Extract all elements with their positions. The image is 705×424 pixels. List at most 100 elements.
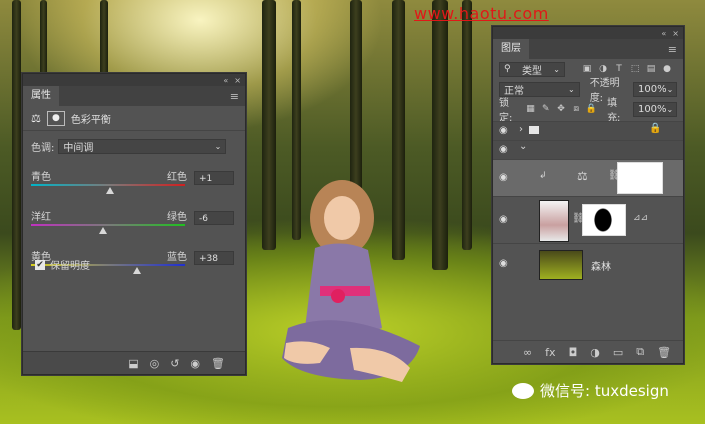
add-mask-icon[interactable]: ◘ <box>569 346 578 359</box>
shape-filter-icon[interactable]: ⬚ <box>629 63 641 75</box>
layer-row-group[interactable]: ◉ › 🔒 <box>493 121 683 140</box>
slider-thumb[interactable] <box>133 267 142 274</box>
filter-effects-icon[interactable]: ⊿⊿ <box>633 213 648 223</box>
close-button[interactable]: × <box>672 29 679 38</box>
smart-object-filter-icon[interactable]: ▤ <box>645 63 657 75</box>
lock-label: 锁定: <box>499 98 513 124</box>
chevron-down-icon: ⌄ <box>214 142 222 151</box>
eye-icon[interactable]: ◉ <box>499 125 508 136</box>
clip-to-layer-icon[interactable]: ⬓ <box>128 357 138 370</box>
delete-icon[interactable]: 🗑 <box>211 357 225 370</box>
blend-row: 正常 ⌄ 不透明度: 100% ⌄ <box>493 78 683 104</box>
folder-icon <box>529 126 539 134</box>
forest-layer-thumbnail[interactable] <box>539 250 583 280</box>
slider-track[interactable] <box>31 224 185 226</box>
eye-icon[interactable]: ◉ <box>499 144 508 155</box>
weixin-id: 微信号: tuxdesign <box>540 382 669 400</box>
clipping-arrow-icon: ↲ <box>539 171 547 181</box>
tab-properties[interactable]: 属性 <box>23 86 59 106</box>
color-slider-row: 洋红 绿色 -6 <box>31 208 235 234</box>
slider-track[interactable] <box>31 184 185 186</box>
fill-field[interactable]: 100% ⌄ <box>632 101 677 117</box>
adjustment-title: 色彩平衡 <box>70 114 111 126</box>
slider-labels: 洋红 绿色 <box>31 208 187 223</box>
color-slider-row: 青色 红色 +1 <box>31 168 235 194</box>
kind-filter-select[interactable]: ⚲ 类型 ⌄ <box>499 61 565 77</box>
chevron-down-icon: ⌄ <box>666 104 674 114</box>
new-group-icon[interactable]: ▭ <box>613 346 623 359</box>
adjustment-layer-icon[interactable]: ◑ <box>590 346 600 359</box>
fill-label: 填充: <box>607 98 621 124</box>
visibility-icon[interactable]: ◉ <box>190 357 200 370</box>
slider-left-label: 青色 <box>31 172 51 183</box>
tree-trunk <box>12 0 21 330</box>
girl-photo <box>282 180 420 382</box>
lock-position-icon[interactable]: ✥ <box>555 103 566 115</box>
collapse-button[interactable]: « <box>661 29 666 38</box>
chevron-down-icon: ⌄ <box>666 84 674 94</box>
properties-titlebar: « × <box>23 74 245 86</box>
delete-icon[interactable]: 🗑 <box>657 346 671 359</box>
girl-mask-thumbnail[interactable] <box>582 204 626 236</box>
filter-row: ⚲ 类型 ⌄ ▣ ◑ T ⬚ ▤ ● <box>493 59 683 79</box>
preserve-luminosity-checkbox[interactable]: ✔ <box>35 259 45 270</box>
panel-menu-icon[interactable]: ≡ <box>230 90 239 103</box>
layer-row-open-group[interactable]: ◉ ⌄ <box>493 140 683 159</box>
lock-image-icon[interactable]: ✎ <box>540 103 551 115</box>
slider-labels: 青色 红色 <box>31 168 187 183</box>
chevron-right-icon[interactable]: › <box>519 124 523 135</box>
tone-value: 中间调 <box>63 143 94 154</box>
layer-row-girl[interactable]: ◉ ⛓ ⊿⊿ <box>493 196 683 243</box>
layers-bottom-bar: ∞ fx ◘ ◑ ▭ ⧉ 🗑 <box>493 340 683 363</box>
layers-panel: « × 图层 ≡ ⚲ 类型 ⌄ ▣ ◑ T ⬚ ▤ ● 正常 ⌄ 不透明度: 1… <box>492 26 684 364</box>
forest-layer-name: 森林 <box>591 262 611 273</box>
lock-artboard-icon[interactable]: ⧈ <box>571 103 582 115</box>
layer-row-forest[interactable]: ◉ 森林 <box>493 243 683 284</box>
properties-tabrow: 属性 ≡ <box>23 86 245 106</box>
layer-mask-thumbnail[interactable] <box>617 162 663 194</box>
girl-layer-thumbnail[interactable] <box>539 200 569 242</box>
slider-thumb[interactable] <box>105 187 114 194</box>
layers-titlebar: « × <box>493 27 683 39</box>
weixin-badge: 微信号: tuxdesign <box>512 380 669 401</box>
opacity-field[interactable]: 100% ⌄ <box>633 81 677 97</box>
eye-icon[interactable]: ◉ <box>499 258 508 269</box>
eye-icon[interactable]: ◉ <box>499 214 508 225</box>
watermark-text: www.haotu.com <box>414 4 549 23</box>
lock-transparency-icon[interactable]: ▦ <box>525 103 536 115</box>
link-layers-icon[interactable]: ∞ <box>523 346 532 359</box>
tree-trunk <box>462 0 472 250</box>
slider-right-label: 蓝色 <box>167 252 187 263</box>
eye-icon[interactable]: ◉ <box>499 172 508 183</box>
view-previous-icon[interactable]: ◎ <box>150 357 160 370</box>
reset-icon[interactable]: ↺ <box>170 357 179 370</box>
filter-toggle-icon[interactable]: ● <box>661 63 673 75</box>
tone-select[interactable]: 中间调 ⌄ <box>58 139 227 154</box>
preserve-luminosity-label: 保留明度 <box>50 261 90 272</box>
slider-thumb[interactable] <box>99 227 108 234</box>
close-button[interactable]: × <box>234 76 241 85</box>
tab-layers[interactable]: 图层 <box>493 39 529 59</box>
chevron-down-icon[interactable]: ⌄ <box>519 141 527 152</box>
collapse-button[interactable]: « <box>223 76 228 85</box>
lock-row: 锁定: ▦ ✎ ✥ ⧈ 🔒 填充: 100% ⌄ <box>493 98 683 124</box>
tone-label: 色调: <box>31 143 55 154</box>
tone-row: 色调: 中间调 ⌄ <box>23 131 245 158</box>
search-icon: ⚲ <box>504 64 511 74</box>
mask-icon[interactable]: ● <box>46 110 65 126</box>
slider-value-field[interactable]: -6 <box>194 211 234 225</box>
opacity-value: 100% <box>638 83 667 95</box>
chevron-down-icon: ⌄ <box>553 64 560 74</box>
balance-scale-icon: ⚖ <box>577 169 588 183</box>
chevron-down-icon: ⌄ <box>567 84 575 94</box>
slider-value-field[interactable]: +1 <box>194 171 234 185</box>
slider-value-field[interactable]: +38 <box>194 251 234 265</box>
panel-menu-icon[interactable]: ≡ <box>668 43 677 56</box>
layer-row-color-balance[interactable]: ◉ ↲ ⚖ ⛓ <box>493 159 683 196</box>
preserve-luminosity-row: ✔ 保留明度 <box>35 257 90 272</box>
balance-scale-icon: ⚖ <box>31 111 41 125</box>
fx-icon[interactable]: fx <box>545 346 555 359</box>
lock-all-icon[interactable]: 🔒 <box>586 103 597 115</box>
lock-icon: 🔒 <box>649 123 662 134</box>
new-layer-icon[interactable]: ⧉ <box>636 345 644 359</box>
